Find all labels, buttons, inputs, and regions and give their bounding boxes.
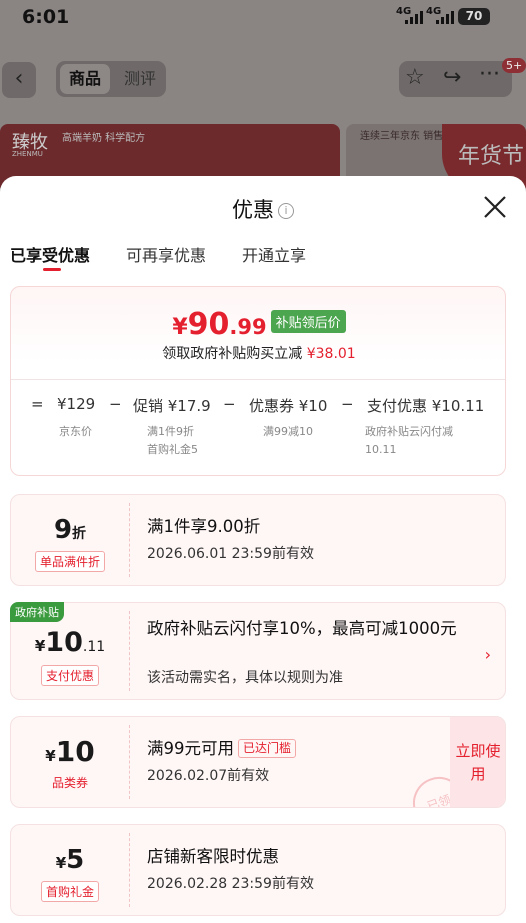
- coupon-card[interactable]: 9折 单品满件折 满1件享9.00折 2026.06.01 23:59前有效: [10, 494, 506, 586]
- coupon-title: 店铺新客限时优惠: [147, 847, 279, 866]
- close-icon[interactable]: [482, 194, 508, 220]
- status-bar: 6:01 4G 4G 70: [0, 0, 526, 36]
- status-time: 6:01: [22, 6, 70, 28]
- coupon-type-label: 品类券: [51, 776, 89, 790]
- coupon-desc: 该活动需实名，具体以规则为准: [147, 670, 343, 686]
- brand-slogan: 高端羊奶 科学配方: [62, 133, 146, 144]
- signal-icon: [405, 11, 423, 24]
- sheet-title: 优惠 i: [0, 194, 526, 224]
- coupon-title: 满1件享9.00折: [147, 517, 261, 536]
- threshold-badge: 已达门槛: [238, 739, 297, 758]
- calc-desc: 政府补贴云闪付减 10.11: [365, 425, 453, 456]
- tab-goods[interactable]: 商品: [60, 64, 110, 94]
- coupon-type-label: 首购礼金: [40, 881, 100, 902]
- background-page: 6:01 4G 4G 70 ‹ 商品 测评 ☆ ↪ ··· 5+ 臻牧 ZHEN…: [0, 0, 526, 200]
- calc-value: 促销 ¥17.9: [133, 397, 211, 415]
- signal-icon: [436, 11, 454, 24]
- back-button[interactable]: ‹: [2, 62, 36, 98]
- calc-value: ¥129: [57, 395, 96, 413]
- coupon-title: 满99元可用 已达门槛: [147, 737, 297, 761]
- coupon-amount: ¥10: [45, 735, 95, 768]
- gov-subsidy-tag: 政府补贴: [10, 602, 64, 622]
- coupon-amount: ¥10.11: [34, 627, 106, 658]
- promo-title: 年货节: [458, 144, 525, 169]
- coupon-validity: 2026.02.07前有效: [147, 768, 270, 784]
- calc-desc: 满99减10: [263, 425, 313, 438]
- minus-sign: −: [223, 395, 236, 413]
- share-icon[interactable]: ↪: [443, 65, 461, 90]
- coupon-amount: ¥5: [55, 845, 85, 875]
- battery-icon: 70: [458, 8, 490, 25]
- nav-actions: ☆ ↪ ···: [399, 61, 512, 97]
- tab-review[interactable]: 测评: [118, 64, 162, 94]
- equals-sign: =: [31, 395, 44, 413]
- calc-value: 优惠券 ¥10: [249, 397, 328, 415]
- minus-sign: −: [341, 395, 354, 413]
- coupon-amount: 9折: [53, 515, 87, 545]
- discount-sheet: 优惠 i 已享受优惠 可再享优惠 开通立享 ¥90.99 补贴领后价 领取政府补贴购…: [0, 176, 526, 923]
- active-tab-indicator: [43, 268, 61, 271]
- coupon-validity: 2026.02.28 23:59前有效: [147, 876, 314, 892]
- tab-enjoyed[interactable]: 已享受优惠: [10, 242, 90, 266]
- price-summary: ¥90.99 补贴领后价 领取政府补贴购买立减 ¥38.01 = ¥129 − 促…: [10, 286, 506, 476]
- calc-desc: 满1件9折 首购礼金5: [147, 425, 198, 456]
- star-icon[interactable]: ☆: [405, 65, 425, 90]
- coupon-type-label: 单品满件折: [34, 551, 106, 572]
- price-subtitle: 领取政府补贴购买立减 ¥38.01: [162, 346, 356, 362]
- coupon-validity: 2026.06.01 23:59前有效: [147, 546, 314, 562]
- coupon-card[interactable]: 政府补贴 ¥10.11 支付优惠 政府补贴云闪付享10%，最高可减1000元 该…: [10, 602, 506, 700]
- brand-logo-en: ZHENMU: [12, 150, 43, 158]
- calc-desc: 京东价: [59, 425, 92, 438]
- use-now-button[interactable]: 立即使用: [450, 717, 505, 807]
- tab-more-available[interactable]: 可再享优惠: [126, 242, 206, 266]
- price-tag: 补贴领后价: [270, 310, 346, 333]
- tab-activate[interactable]: 开通立享: [242, 242, 306, 266]
- coupon-card[interactable]: ¥10 品类券 满99元可用 已达门槛 2026.02.07前有效 已领 立即使用: [10, 716, 506, 808]
- final-price: ¥90.99 补贴领后价: [11, 307, 507, 342]
- info-icon[interactable]: i: [278, 203, 294, 219]
- more-badge: 5+: [502, 58, 526, 73]
- more-icon[interactable]: ···: [479, 62, 500, 87]
- coupon-card[interactable]: ¥5 首购礼金 店铺新客限时优惠 2026.02.28 23:59前有效: [10, 824, 506, 916]
- calc-value: 支付优惠 ¥10.11: [367, 397, 485, 415]
- chevron-right-icon[interactable]: ›: [485, 645, 491, 664]
- coupon-title: 政府补贴云闪付享10%，最高可减1000元: [147, 619, 457, 638]
- minus-sign: −: [109, 395, 122, 413]
- coupon-type-label: 支付优惠: [40, 665, 100, 686]
